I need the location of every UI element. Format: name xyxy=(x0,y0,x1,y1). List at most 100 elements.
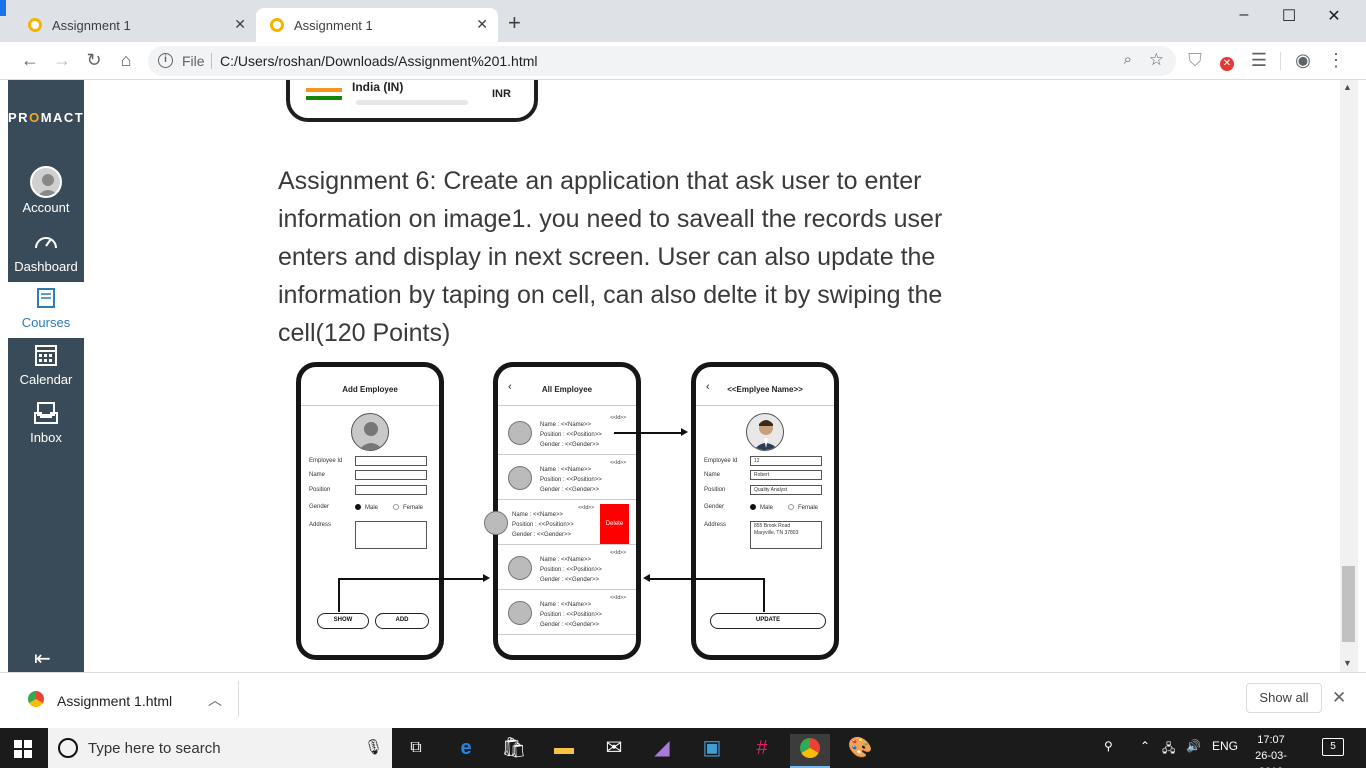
all-employee-mockup: ‹ All Employee Name : <<Name>> Position :… xyxy=(484,362,641,660)
collapse-sidebar-icon[interactable]: ⇤ xyxy=(34,646,51,671)
site-info-icon[interactable]: i xyxy=(158,53,173,68)
bookmark-star-icon[interactable]: ☆ xyxy=(1149,50,1164,70)
home-icon[interactable]: ⌂ xyxy=(115,50,137,70)
download-shelf: Assignment 1.html ︿ Show all ✕ xyxy=(0,672,1366,728)
scroll-up-icon[interactable]: ▲ xyxy=(1343,82,1352,92)
language-indicator[interactable]: ENG xyxy=(1212,739,1238,753)
tab-title: Assignment 1 xyxy=(52,18,131,33)
chrome-taskbar-icon[interactable] xyxy=(790,734,830,768)
taskbar-search-box[interactable]: Type here to search 🎙 xyxy=(48,728,392,768)
tab-favicon-icon xyxy=(270,18,284,32)
task-view-icon[interactable]: ⧉ xyxy=(396,734,436,768)
field-label: Name xyxy=(704,472,721,478)
download-filename[interactable]: Assignment 1.html xyxy=(57,693,172,709)
profile-icon[interactable]: ◉ xyxy=(1292,50,1314,70)
edge-browser-icon[interactable]: e xyxy=(446,734,486,768)
minimize-icon[interactable]: – xyxy=(1234,6,1254,24)
maximize-icon[interactable]: ☐ xyxy=(1279,6,1299,26)
dashboard-gauge-icon xyxy=(35,237,57,249)
account-avatar xyxy=(30,166,62,198)
tab-close-icon[interactable]: ✕ xyxy=(476,16,488,33)
sidebar-item-calendar[interactable]: Calendar xyxy=(8,339,84,395)
employee-detail-mockup: ‹ <<Emplyee Name>> Employee Id 12 Name R… xyxy=(691,362,839,660)
avatar-placeholder xyxy=(351,413,389,451)
close-window-icon[interactable]: ✕ xyxy=(1324,6,1344,26)
sidebar-item-label: Courses xyxy=(21,315,71,330)
shelf-divider xyxy=(238,681,239,717)
male-label: Male xyxy=(760,505,774,511)
field-label: Name xyxy=(309,472,326,478)
field-label: Position xyxy=(309,487,331,493)
zoom-icon[interactable]: ⌕ xyxy=(1124,51,1132,68)
action-center-icon[interactable]: 5 xyxy=(1322,738,1344,756)
volume-icon[interactable]: 🔊 xyxy=(1186,739,1201,753)
tab-assignment-1-active[interactable]: Assignment 1 ✕ xyxy=(256,8,498,42)
reload-icon[interactable]: ↻ xyxy=(83,50,105,70)
divider xyxy=(696,405,834,406)
row-details: Name : <<Name>> Position : <<Position>> Ge… xyxy=(540,422,602,448)
show-all-button[interactable]: Show all xyxy=(1246,683,1322,713)
assignment-text: Assignment 6: Create an application that… xyxy=(278,167,943,347)
shield-extension-icon[interactable]: ⛉ xyxy=(1184,50,1206,70)
new-tab-icon[interactable]: + xyxy=(508,12,521,34)
courses-book-icon xyxy=(37,288,55,308)
tab-assignment-1[interactable]: Assignment 1 ✕ xyxy=(14,8,256,42)
windows-start-icon[interactable] xyxy=(14,740,32,758)
screen: Assignment 1 ✕ Assignment 1 ✕ + – ☐ ✕ ← … xyxy=(0,0,1366,768)
slack-icon[interactable]: # xyxy=(742,734,782,768)
microphone-icon[interactable]: 🎙 xyxy=(364,738,383,756)
forward-arrow-icon[interactable]: → xyxy=(51,50,73,70)
windows-taskbar: Type here to search 🎙 ⧉ e 🛍 ▬ ✉ ◢ ▣ # 🎨 … xyxy=(0,728,1366,768)
address-bar[interactable]: i File C:/Users/roshan/Downloads/Assignm… xyxy=(148,46,1176,76)
visual-studio-icon[interactable]: ◢ xyxy=(642,734,682,768)
field-label: Employee Id xyxy=(309,458,343,464)
row-details: Name : <<Name>> Position : <<Position>> Ge… xyxy=(540,602,602,628)
page-content: India (IN) INR Assignment 6: Create an a… xyxy=(84,80,1340,672)
menu-kebab-icon[interactable]: ⋮ xyxy=(1325,50,1347,70)
network-icon[interactable]: 🖧 xyxy=(1162,739,1175,760)
screen-title: Add Employee xyxy=(342,385,398,394)
people-icon[interactable]: ⚲ xyxy=(1104,739,1113,753)
employee-id-field xyxy=(355,456,427,466)
female-label: Female xyxy=(403,505,424,511)
scroll-down-icon[interactable]: ▼ xyxy=(1343,658,1352,668)
chevron-up-icon[interactable]: ︿ xyxy=(208,690,222,710)
field-label: Employee Id xyxy=(704,458,738,464)
back-arrow-icon[interactable]: ← xyxy=(19,50,41,70)
browser-toolbar: ← → ↻ ⌂ i File C:/Users/roshan/Downloads… xyxy=(0,42,1366,80)
file-explorer-icon[interactable]: ▬ xyxy=(544,734,584,768)
list-item: Name : <<Name>> Position : <<Position>> Ge… xyxy=(498,546,636,590)
app-icon[interactable]: ▣ xyxy=(692,734,732,768)
window-corner xyxy=(0,0,6,16)
sidebar-item-dashboard[interactable]: Dashboard xyxy=(8,226,84,282)
page-scrollbar[interactable]: ▲ ▼ xyxy=(1340,80,1358,672)
red-extension-icon[interactable]: ✕ xyxy=(1216,50,1238,71)
flow-arrow-line xyxy=(338,578,484,580)
system-clock[interactable]: 17:0726-03-2019 xyxy=(1244,732,1298,768)
store-icon[interactable]: 🛍 xyxy=(494,734,534,768)
tab-favicon-icon xyxy=(28,18,42,32)
india-flag-icon xyxy=(306,88,342,100)
close-shelf-icon[interactable]: ✕ xyxy=(1332,688,1346,708)
url-text[interactable]: C:/Users/roshan/Downloads/Assignment%201… xyxy=(220,53,537,69)
tab-title: Assignment 1 xyxy=(294,18,373,33)
paint-icon[interactable]: 🎨 xyxy=(840,734,880,768)
delete-action: Delete xyxy=(600,504,629,544)
stack-extension-icon[interactable]: ☰ xyxy=(1248,50,1270,70)
sidebar-item-label: Inbox xyxy=(30,430,62,445)
add-employee-mockup: Add Employee Employee Id Name Position G… xyxy=(296,362,444,660)
sidebar-item-inbox[interactable]: Inbox xyxy=(8,397,84,453)
sidebar-item-account[interactable]: Account xyxy=(8,162,84,218)
tab-close-icon[interactable]: ✕ xyxy=(234,16,246,33)
tray-chevron-icon[interactable]: ⌃ xyxy=(1140,739,1150,753)
scrollbar-thumb[interactable] xyxy=(1342,566,1355,642)
row-details: Name : <<Name>> Position : <<Position>> Ge… xyxy=(512,512,574,538)
sidebar-item-courses[interactable]: Courses xyxy=(8,282,84,338)
male-radio xyxy=(355,504,361,510)
position-field xyxy=(355,485,427,495)
employee-id-value: 12 xyxy=(750,456,822,466)
flow-arrowhead xyxy=(681,428,688,436)
field-label: Gender xyxy=(704,504,725,510)
mail-icon[interactable]: ✉ xyxy=(594,734,634,768)
brand-logo[interactable]: PROMACT xyxy=(8,110,84,125)
